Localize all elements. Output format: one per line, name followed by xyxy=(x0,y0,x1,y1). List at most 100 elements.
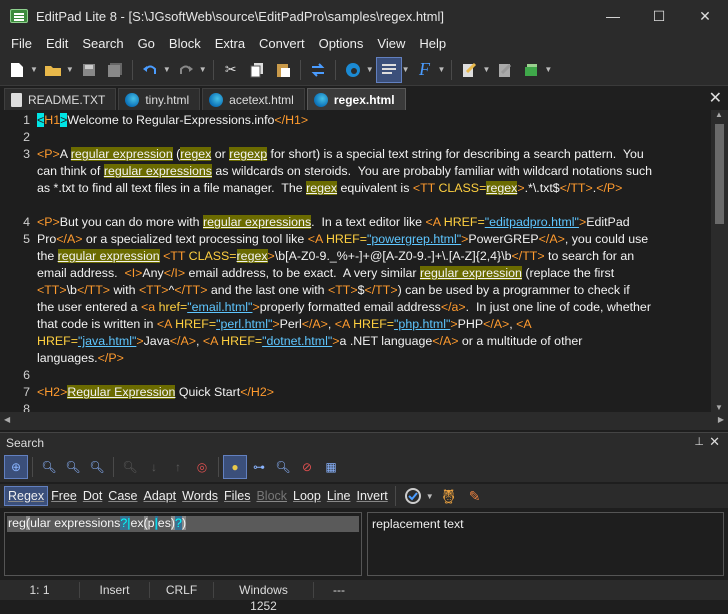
tab-readme[interactable]: README.TXT xyxy=(4,88,117,110)
undo-dropdown-icon[interactable]: ▼ xyxy=(163,65,171,74)
replace-icon[interactable]: 🔍︎ xyxy=(118,455,142,479)
save-all-icon[interactable] xyxy=(102,57,128,83)
close-button[interactable]: ✕ xyxy=(682,0,728,32)
count-matches-icon[interactable]: 🔍︎ xyxy=(271,455,295,479)
browser-dropdown-icon[interactable]: ▼ xyxy=(366,65,374,74)
pin-icon[interactable]: ⊥ xyxy=(694,435,704,448)
find-next-icon[interactable]: 🔍︎ xyxy=(61,455,85,479)
code-line: the user entered a <a href="email.html">… xyxy=(37,300,651,314)
projects-icon[interactable] xyxy=(518,57,544,83)
paste-icon[interactable] xyxy=(270,57,296,83)
menu-block[interactable]: Block xyxy=(162,36,208,51)
clear-highlight-icon[interactable]: ⊘ xyxy=(295,455,319,479)
code-line: email address. <I>Any</I> email address,… xyxy=(37,266,615,280)
line-break-style[interactable]: CRLF xyxy=(150,582,214,598)
word-wrap-dropdown-icon[interactable]: ▼ xyxy=(402,65,410,74)
toolbar-separator xyxy=(32,457,33,477)
menu-view[interactable]: View xyxy=(370,36,412,51)
tab-label: regex.html xyxy=(333,92,395,107)
option-dot[interactable]: Dot xyxy=(80,487,105,505)
search-text-field[interactable]: reg(ular expressions?|ex(p|es)?) xyxy=(4,512,362,576)
close-panel-icon[interactable]: ✕ xyxy=(709,434,720,450)
font-dropdown-icon[interactable]: ▼ xyxy=(438,65,446,74)
option-line[interactable]: Line xyxy=(324,487,354,505)
browser-edge-icon[interactable] xyxy=(340,57,366,83)
new-file-icon[interactable] xyxy=(4,57,30,83)
new-dropdown-icon[interactable]: ▼ xyxy=(30,65,38,74)
scroll-up-icon[interactable]: ▲ xyxy=(715,110,723,119)
fold-matches-icon[interactable]: ⊶ xyxy=(247,455,271,479)
toolbar-separator xyxy=(394,486,396,506)
toolbar-separator xyxy=(212,59,214,80)
copy-icon[interactable] xyxy=(244,57,270,83)
option-block[interactable]: Block xyxy=(253,487,290,505)
redo-icon[interactable] xyxy=(173,57,199,83)
replace-text-field[interactable]: replacement text xyxy=(367,512,724,576)
swap-icon[interactable] xyxy=(305,57,331,83)
mark-all-icon[interactable]: ● xyxy=(223,455,247,479)
projects-dropdown-icon[interactable]: ▼ xyxy=(544,65,552,74)
editor-area[interactable]: 1 2 3 4 5 6 7 8 <H1>Welcome to Regular-E… xyxy=(0,110,711,416)
find-first-icon[interactable]: 🔍︎ xyxy=(37,455,61,479)
minimize-button[interactable]: — xyxy=(590,0,636,32)
code-line: Pro</A> or a specialized text processing… xyxy=(37,232,649,246)
regex-flavor-icon[interactable] xyxy=(400,483,426,509)
status-bar: 1: 1 Insert CRLF Windows 1252 --- xyxy=(0,580,728,613)
search-options-bar: Regex Free Dot Case Adapt Words Files Bl… xyxy=(0,484,728,508)
tab-regex-html[interactable]: regex.html xyxy=(306,88,406,110)
font-icon[interactable]: F xyxy=(412,57,438,83)
word-wrap-icon[interactable] xyxy=(375,56,402,83)
menu-extra[interactable]: Extra xyxy=(208,36,252,51)
cut-icon[interactable]: ✂ xyxy=(218,57,244,83)
regexbuddy-icon[interactable]: 🦉︎ xyxy=(436,483,462,509)
option-files[interactable]: Files xyxy=(221,487,253,505)
toolbar-separator xyxy=(451,59,453,80)
close-tab-icon[interactable]: ✕ xyxy=(709,88,722,108)
save-icon[interactable] xyxy=(76,57,102,83)
scroll-down-icon[interactable]: ▼ xyxy=(715,403,723,412)
vertical-scrollbar[interactable]: ▲ ▼ xyxy=(711,110,728,412)
find-previous-icon[interactable]: 🔍︎ xyxy=(85,455,109,479)
option-words[interactable]: Words xyxy=(179,487,221,505)
option-invert[interactable]: Invert xyxy=(353,487,390,505)
scrollbar-thumb[interactable] xyxy=(715,124,724,224)
open-folder-icon[interactable] xyxy=(40,57,66,83)
encoding[interactable]: Windows 1252 xyxy=(214,582,314,613)
option-case[interactable]: Case xyxy=(105,487,140,505)
scroll-right-icon[interactable]: ▶ xyxy=(718,415,724,424)
menu-edit[interactable]: Edit xyxy=(39,36,75,51)
option-free[interactable]: Free xyxy=(48,487,80,505)
redo-dropdown-icon[interactable]: ▼ xyxy=(199,65,207,74)
text-file-icon xyxy=(11,92,22,107)
insert-mode[interactable]: Insert xyxy=(80,582,150,598)
toolbar-separator xyxy=(131,59,133,80)
clip-collection-icon[interactable] xyxy=(456,57,482,83)
tab-acetext-html[interactable]: acetext.html xyxy=(202,88,305,110)
search-history-icon[interactable]: ▦ xyxy=(319,455,343,479)
menu-help[interactable]: Help xyxy=(412,36,453,51)
maximize-button[interactable]: ☐ xyxy=(636,0,682,32)
notes-icon[interactable] xyxy=(492,57,518,83)
option-regex[interactable]: Regex xyxy=(4,486,49,506)
option-loop[interactable]: Loop xyxy=(290,487,324,505)
replace-next-icon[interactable]: ↓ xyxy=(142,455,166,479)
regexmagic-icon[interactable]: ✎ xyxy=(462,483,488,509)
open-dropdown-icon[interactable]: ▼ xyxy=(66,65,74,74)
flavor-dropdown-icon[interactable]: ▼ xyxy=(426,492,434,501)
replace-text: replacement text xyxy=(372,517,464,531)
horizontal-scrollbar[interactable]: ◀ ▶ xyxy=(0,412,728,430)
menu-file[interactable]: File xyxy=(4,36,39,51)
highlight-matches-icon[interactable]: ⊕ xyxy=(4,455,28,479)
menu-options[interactable]: Options xyxy=(312,36,371,51)
menu-convert[interactable]: Convert xyxy=(252,36,312,51)
option-adapt[interactable]: Adapt xyxy=(140,487,179,505)
menu-search[interactable]: Search xyxy=(75,36,130,51)
undo-icon[interactable] xyxy=(137,57,163,83)
replace-all-icon[interactable]: ◎ xyxy=(190,455,214,479)
replace-previous-icon[interactable]: ↑ xyxy=(166,455,190,479)
edge-icon xyxy=(125,92,140,107)
scroll-left-icon[interactable]: ◀ xyxy=(4,415,10,424)
menu-go[interactable]: Go xyxy=(131,36,162,51)
clip-dropdown-icon[interactable]: ▼ xyxy=(482,65,490,74)
tab-tiny-html[interactable]: tiny.html xyxy=(118,88,201,110)
